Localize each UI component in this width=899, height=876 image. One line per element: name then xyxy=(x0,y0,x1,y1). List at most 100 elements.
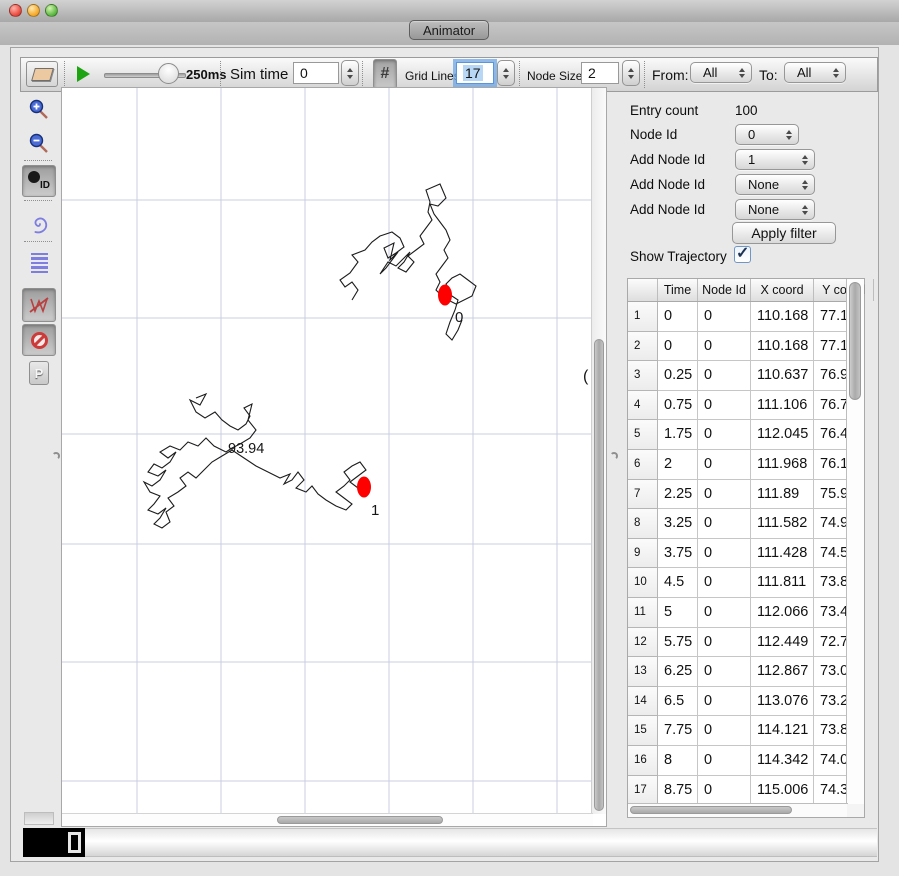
stepper-up-icon[interactable] xyxy=(628,68,634,72)
sidebar-separator xyxy=(24,160,52,161)
sim-time-stepper[interactable] xyxy=(341,60,359,86)
right-splitter-handle[interactable] xyxy=(610,452,618,460)
canvas-horizontal-scrollbar[interactable] xyxy=(62,813,593,826)
table-row[interactable]: 1680114.34274.0 xyxy=(628,746,848,776)
node0-marker[interactable] xyxy=(438,285,452,306)
close-button[interactable] xyxy=(9,4,22,17)
table-row[interactable]: 136.250112.86773.0 xyxy=(628,657,848,687)
tab-strip: Animator xyxy=(0,22,899,45)
to-dropdown[interactable]: All xyxy=(784,62,846,83)
table-row[interactable]: 104.50111.81173.8 xyxy=(628,568,848,598)
node0-label: 0 xyxy=(455,309,463,326)
scrollbar-thumb[interactable] xyxy=(630,806,792,814)
stepper-up-icon[interactable] xyxy=(503,68,509,72)
entry-count-label: Entry count xyxy=(630,103,698,118)
zoom-out-button[interactable] xyxy=(22,128,56,160)
table-row[interactable]: 51.750112.04576.4 xyxy=(628,420,848,450)
table-vertical-scrollbar[interactable] xyxy=(846,279,864,805)
table-horizontal-scrollbar[interactable] xyxy=(628,803,848,817)
table-row[interactable]: 93.750111.42874.5 xyxy=(628,539,848,569)
node-size-input[interactable]: 2 xyxy=(581,62,619,84)
animator-tab[interactable]: Animator xyxy=(409,20,489,40)
header-cell[interactable]: Y coord xyxy=(814,279,874,301)
scrollbar-thumb[interactable] xyxy=(849,282,861,400)
block-packets-button[interactable] xyxy=(22,324,56,356)
sim-time-input[interactable]: 0 xyxy=(293,62,339,84)
table-cell: 0 xyxy=(698,539,751,569)
table-row[interactable]: 1150112.06673.4 xyxy=(628,598,848,628)
precision-button[interactable]: P xyxy=(22,358,56,388)
table-cell: 2 xyxy=(658,450,698,480)
table-row[interactable]: 100110.16877.1 xyxy=(628,302,848,332)
show-trajectory-label: Show Trajectory xyxy=(630,249,727,264)
show-trajectory-checkbox[interactable]: ✓ xyxy=(734,246,751,263)
table-row[interactable]: 200110.16877.1 xyxy=(628,332,848,362)
add-node-id-dropdown-1[interactable]: 1 xyxy=(735,149,815,170)
hide-wireless-button[interactable] xyxy=(22,288,56,322)
stepper-down-icon[interactable] xyxy=(628,75,634,79)
grid-icon: # xyxy=(381,65,390,83)
node-size-stepper[interactable] xyxy=(622,60,640,86)
scrollbar-thumb[interactable] xyxy=(277,816,443,824)
table-cell: 0 xyxy=(698,687,751,717)
table-row[interactable]: 178.750115.00674.3 xyxy=(628,776,848,806)
maximize-button[interactable] xyxy=(45,4,58,17)
row-number-cell: 14 xyxy=(628,687,658,717)
apply-filter-button[interactable]: Apply filter xyxy=(732,222,836,244)
reset-view-button[interactable] xyxy=(26,61,58,87)
header-cell[interactable]: Time xyxy=(658,279,698,301)
popup-arrows-icon xyxy=(802,180,808,190)
table-row[interactable]: 125.750112.44972.7 xyxy=(628,628,848,658)
add-node-id-dropdown-3[interactable]: None xyxy=(735,199,815,220)
table-cell: 76.1 xyxy=(814,450,848,480)
table-cell: 6.25 xyxy=(658,657,698,687)
table-row[interactable]: 83.250111.58274.9 xyxy=(628,509,848,539)
node1-marker[interactable] xyxy=(357,477,371,498)
zoom-in-button[interactable] xyxy=(22,94,56,126)
stepper-up-icon[interactable] xyxy=(347,68,353,72)
from-label: From: xyxy=(652,67,689,83)
wireless-circles-button[interactable] xyxy=(22,206,56,242)
header-cell[interactable]: X coord xyxy=(751,279,814,301)
play-button[interactable] xyxy=(77,66,90,82)
show-node-id-button[interactable]: ID xyxy=(22,165,56,197)
toolbar-separator xyxy=(644,61,645,88)
grid-toggle-button[interactable]: # xyxy=(373,59,397,89)
table-body: 100110.16877.1200110.16877.130.250110.63… xyxy=(628,302,848,805)
stepper-down-icon[interactable] xyxy=(503,75,509,79)
minimize-button[interactable] xyxy=(27,4,40,17)
table-cell: 0 xyxy=(698,302,751,332)
table-row[interactable]: 146.50113.07673.2 xyxy=(628,687,848,717)
header-cell[interactable] xyxy=(628,279,658,301)
animation-canvas[interactable]: 0 1 93.94 ( xyxy=(61,87,607,827)
packet-stats-button[interactable] xyxy=(22,247,56,279)
left-splitter-handle[interactable] xyxy=(52,452,60,460)
table-row[interactable]: 40.750111.10676.7 xyxy=(628,391,848,421)
trajectory-table: Time Node Id X coord Y coord 100110.1687… xyxy=(627,278,865,818)
table-row[interactable]: 620111.96876.1 xyxy=(628,450,848,480)
grid-lines-input[interactable]: 17 xyxy=(456,62,494,84)
scrollbar-thumb[interactable] xyxy=(594,339,604,811)
row-number-cell: 5 xyxy=(628,420,658,450)
table-row[interactable]: 72.250111.8975.9 xyxy=(628,480,848,510)
grid-lines-stepper[interactable] xyxy=(497,60,515,86)
add-node-id-value: None xyxy=(748,202,779,217)
add-node-id-dropdown-2[interactable]: None xyxy=(735,174,815,195)
table-cell: 73.8 xyxy=(814,716,848,746)
table-row[interactable]: 30.250110.63776.9 xyxy=(628,361,848,391)
table-cell: 111.428 xyxy=(751,539,814,569)
speed-slider-knob[interactable] xyxy=(158,63,179,84)
table-row[interactable]: 157.750114.12173.8 xyxy=(628,716,848,746)
table-cell: 0 xyxy=(698,568,751,598)
table-cell: 113.076 xyxy=(751,687,814,717)
row-number-cell: 12 xyxy=(628,628,658,658)
from-dropdown[interactable]: All xyxy=(690,62,752,83)
to-label: To: xyxy=(759,67,778,83)
stepper-down-icon[interactable] xyxy=(347,75,353,79)
table-cell: 114.121 xyxy=(751,716,814,746)
table-cell: 3.25 xyxy=(658,509,698,539)
waypoint-label: 93.94 xyxy=(228,441,264,457)
header-cell[interactable]: Node Id xyxy=(698,279,751,301)
node-id-dropdown[interactable]: 0 xyxy=(735,124,799,145)
canvas-vertical-scrollbar[interactable] xyxy=(591,88,606,814)
